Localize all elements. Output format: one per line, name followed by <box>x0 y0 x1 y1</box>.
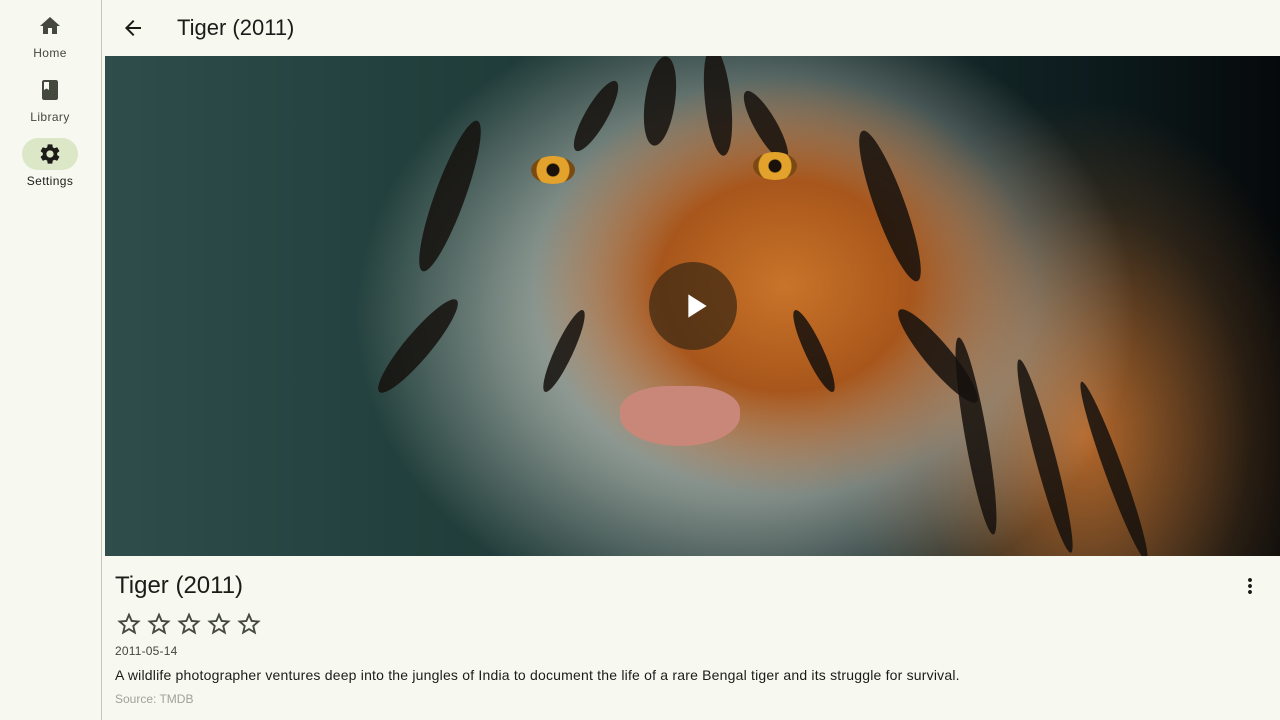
more-options-button[interactable] <box>1234 570 1266 602</box>
star-outline-icon <box>237 612 261 635</box>
movie-details: Tiger (2011) 2011-05-14 A wildlife photo… <box>115 566 1280 706</box>
nav-item-label: Library <box>30 110 70 124</box>
top-app-bar: Tiger (2011) <box>103 0 1280 56</box>
release-date: 2011-05-14 <box>115 644 178 658</box>
tiger-nose <box>620 386 740 446</box>
more-vert-icon <box>1248 578 1252 594</box>
backdrop-image <box>105 56 1280 556</box>
nav-item-settings[interactable]: Settings <box>0 138 100 198</box>
nav-settings-indicator <box>22 138 78 170</box>
nav-item-library[interactable]: Library <box>0 74 100 134</box>
back-button[interactable] <box>109 4 157 52</box>
arrow-back-icon <box>125 20 141 36</box>
gear-icon <box>40 144 60 164</box>
rating-star-1[interactable] <box>115 610 143 638</box>
star-outline-icon <box>117 612 141 635</box>
play-icon <box>688 294 707 318</box>
nav-item-home[interactable]: Home <box>0 10 100 70</box>
data-source: Source: TMDB <box>115 692 194 706</box>
movie-title: Tiger (2011) <box>115 572 244 599</box>
rating-star-2[interactable] <box>145 610 173 638</box>
navigation-rail: Home Library Settings <box>0 0 102 720</box>
movie-overview: A wildlife photographer ventures deep in… <box>115 667 960 683</box>
book-icon <box>42 80 58 100</box>
star-outline-icon <box>207 612 231 635</box>
rating-star-3[interactable] <box>175 610 203 638</box>
nav-item-label: Home <box>33 46 67 60</box>
play-button[interactable] <box>649 262 737 350</box>
star-outline-icon <box>147 612 171 635</box>
rating-stars <box>115 610 1280 638</box>
nav-item-label: Settings <box>26 174 74 188</box>
home-icon <box>40 17 60 34</box>
tiger-right-eye <box>753 152 797 180</box>
nav-home-indicator <box>22 10 78 42</box>
nav-library-indicator <box>22 74 78 106</box>
star-outline-icon <box>177 612 201 635</box>
tiger-left-eye <box>531 156 575 184</box>
rating-star-4[interactable] <box>205 610 233 638</box>
page-title: Tiger (2011) <box>177 15 295 40</box>
rating-star-5[interactable] <box>235 610 263 638</box>
